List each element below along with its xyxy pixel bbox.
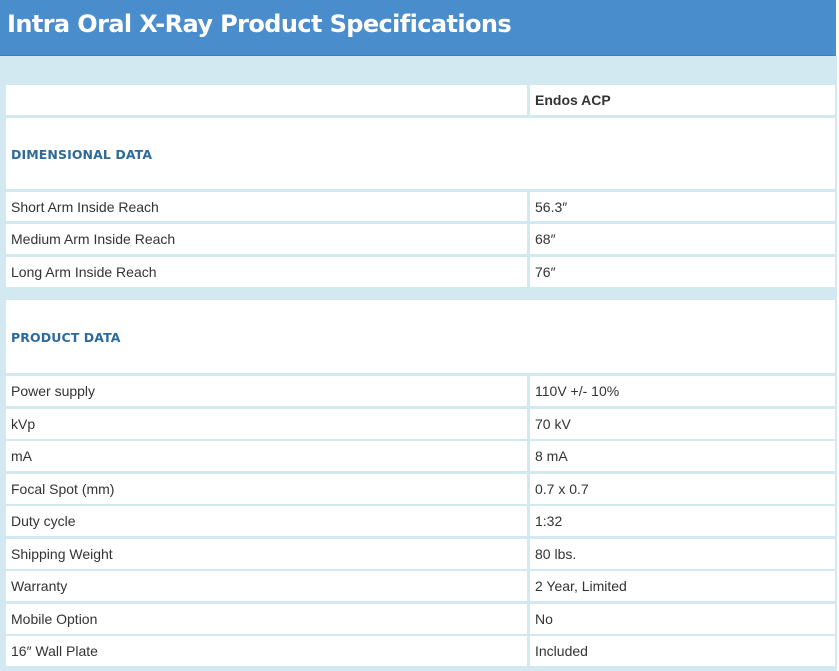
spec-value: 2 Year, Limited (530, 571, 835, 601)
spec-label: Short Arm Inside Reach (6, 192, 527, 221)
section-heading: PRODUCT DATA (11, 330, 121, 345)
spec-label: Medium Arm Inside Reach (6, 224, 527, 254)
spec-label: Long Arm Inside Reach (6, 257, 527, 287)
spec-value: 0.7 x 0.7 (530, 474, 835, 504)
spec-label: 16″ Wall Plate (6, 636, 527, 666)
spec-label: mA (6, 441, 527, 471)
spec-label: Mobile Option (6, 604, 527, 634)
spec-value: Included (530, 636, 835, 666)
spec-value: 70 kV (530, 409, 835, 439)
spec-value: 56.3″ (530, 192, 835, 221)
section-product-data: PRODUCT DATA (6, 300, 835, 373)
spec-value: 8 mA (530, 441, 835, 471)
spec-label: Focal Spot (mm) (6, 474, 527, 504)
spec-label: Shipping Weight (6, 539, 527, 569)
spec-page: Intra Oral X-Ray Product Specifications … (0, 0, 839, 671)
spec-label: Duty cycle (6, 506, 527, 536)
section-dimensional-data: DIMENSIONAL DATA (6, 118, 835, 189)
spec-value: 76″ (530, 257, 835, 287)
spec-value: 68″ (530, 224, 835, 254)
spec-label: Warranty (6, 571, 527, 601)
section-heading: DIMENSIONAL DATA (11, 147, 153, 162)
spec-value: 1:32 (530, 506, 835, 536)
spec-label: kVp (6, 409, 527, 439)
spec-table: Endos ACP DIMENSIONAL DATA Short Arm Ins… (0, 56, 837, 671)
spec-value: No (530, 604, 835, 634)
header-model-cell: Endos ACP (530, 85, 835, 115)
spec-value: 110V +/- 10% (530, 376, 835, 406)
header-label-cell (6, 85, 527, 115)
spec-label: Power supply (6, 376, 527, 406)
spec-value: 80 lbs. (530, 539, 835, 569)
page-title: Intra Oral X-Ray Product Specifications (0, 0, 836, 56)
